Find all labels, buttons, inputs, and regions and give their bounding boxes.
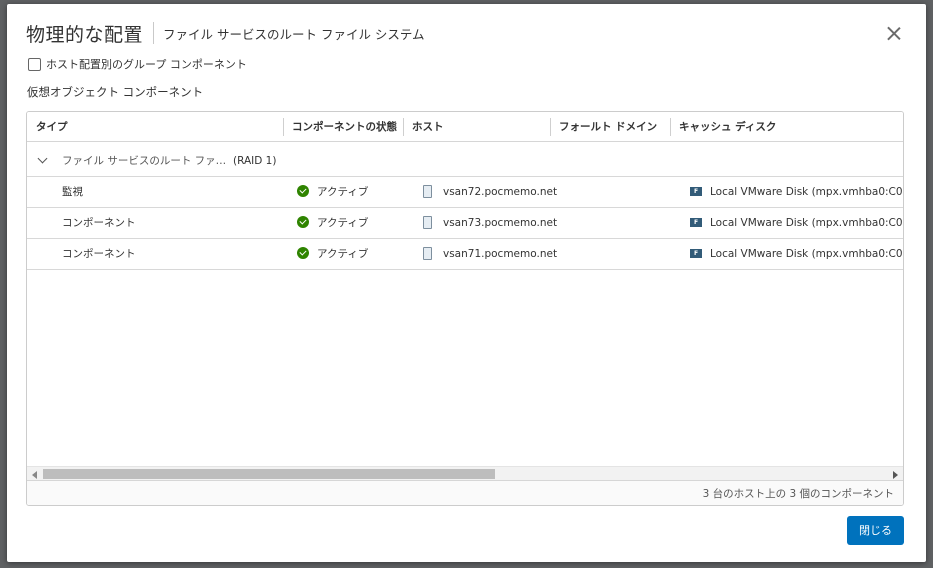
column-header-type[interactable]: タイプ [27,112,283,142]
dialog-subtitle: ファイル サービスのルート ファイル システム [163,26,425,42]
group-raid-level: (RAID 1) [233,155,277,167]
column-header-host[interactable]: ホスト [403,112,550,142]
cache-disk-label: Local VMware Disk (mpx.vmhba0:C0:T [710,248,904,260]
dialog-title: 物理的な配置 [26,23,144,46]
host-server-icon [423,184,432,198]
component-host-link[interactable]: vsan71.pocmemo.net [443,248,557,260]
component-type: コンポーネント [62,248,136,260]
component-cache-disk: F Local VMware Disk (mpx.vmhba0:C0:T [690,177,904,208]
close-icon[interactable] [886,26,902,42]
column-header-component-state[interactable]: コンポーネントの状態 [283,112,403,142]
close-button[interactable]: 閉じる [847,516,904,545]
table-row[interactable]: 監視 アクティブ vsan72.pocmemo.net F Local VMwar… [27,177,903,208]
group-by-host-option[interactable]: ホスト配置別のグループ コンポーネント [28,56,247,72]
host-server-icon [423,246,432,260]
table-row[interactable]: コンポーネント アクティブ vsan73.pocmemo.net F Local … [27,208,903,239]
component-host-link[interactable]: vsan73.pocmemo.net [443,217,557,229]
header-divider [153,22,155,44]
component-host: vsan72.pocmemo.net [423,177,557,208]
column-header-cache-disk[interactable]: キャッシュ ディスク [670,112,903,142]
section-label: 仮想オブジェクト コンポーネント [27,85,204,99]
cache-disk-label: Local VMware Disk (mpx.vmhba0:C0:T [710,217,904,229]
dialog-header: 物理的な配置 ファイル サービスのルート ファイル システム [26,18,425,48]
scrollbar-thumb[interactable] [43,469,495,479]
check-circle-icon [297,247,309,259]
component-host: vsan73.pocmemo.net [423,208,557,239]
horizontal-scrollbar[interactable] [27,466,903,480]
group-by-host-label: ホスト配置別のグループ コンポーネント [46,58,247,71]
scroll-left-icon[interactable] [32,471,37,479]
component-state-label: アクティブ [317,248,369,260]
group-by-host-checkbox[interactable] [28,57,41,71]
component-type: 監視 [62,186,83,198]
component-state-label: アクティブ [317,217,369,229]
scroll-right-icon[interactable] [893,471,898,479]
components-grid: タイプ コンポーネントの状態 ホスト フォールト ドメイン キャッシュ ディスク… [26,111,904,506]
grid-footer: 3 台のホスト上の 3 個のコンポーネント [27,480,903,505]
flash-disk-icon: F [690,217,702,227]
flash-disk-icon: F [690,248,702,258]
cache-disk-label: Local VMware Disk (mpx.vmhba0:C0:T [710,186,904,198]
component-state: アクティブ [297,208,368,239]
host-server-icon [423,215,432,229]
component-host: vsan71.pocmemo.net [423,239,557,270]
table-row[interactable]: コンポーネント アクティブ vsan71.pocmemo.net F Local … [27,239,903,270]
chevron-down-icon[interactable] [37,153,48,164]
flash-disk-icon: F [690,186,702,196]
check-circle-icon [297,216,309,228]
component-type: コンポーネント [62,217,136,229]
group-row[interactable]: ファイル サービスのルート ファ… (RAID 1) [27,146,903,177]
check-circle-icon [297,185,309,197]
component-state: アクティブ [297,177,368,208]
component-host-link[interactable]: vsan72.pocmemo.net [443,186,557,198]
physical-placement-dialog: 物理的な配置 ファイル サービスのルート ファイル システム ホスト配置別のグル… [7,4,926,562]
component-count: 3 台のホスト上の 3 個のコンポーネント [702,488,894,500]
component-state: アクティブ [297,239,368,270]
group-name: ファイル サービスのルート ファ… [62,155,227,167]
component-cache-disk: F Local VMware Disk (mpx.vmhba0:C0:T [690,208,904,239]
component-state-label: アクティブ [317,186,369,198]
column-header-fault-domain[interactable]: フォールト ドメイン [550,112,670,142]
grid-header: タイプ コンポーネントの状態 ホスト フォールト ドメイン キャッシュ ディスク [27,112,903,142]
component-cache-disk: F Local VMware Disk (mpx.vmhba0:C0:T [690,239,904,270]
